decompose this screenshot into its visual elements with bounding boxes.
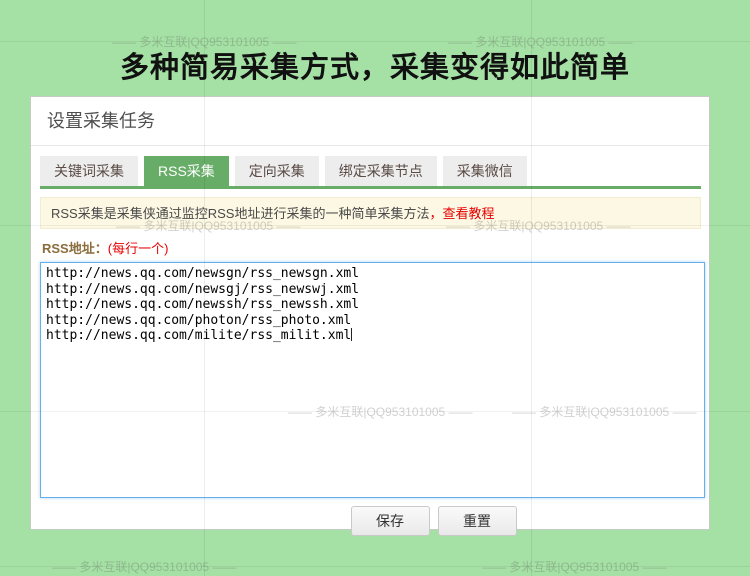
rss-url-textarea[interactable]: http://news.qq.com/newsgn/rss_newsgn.xml… — [40, 262, 705, 498]
rss-url-line: http://news.qq.com/photon/rss_photo.xml — [46, 312, 352, 328]
tab-directed-collect[interactable]: 定向采集 — [234, 156, 319, 186]
tab-keyword-collect[interactable]: 关键词采集 — [40, 156, 138, 186]
rss-url-line: http://news.qq.com/newsgn/rss_newsgn.xml — [46, 266, 360, 281]
grid-line-horizontal — [0, 41, 750, 42]
notice-separator: ， — [429, 206, 443, 221]
page-title: 多种简易采集方式，采集变得如此简单 — [119, 52, 630, 84]
rss-url-line: http://news.qq.com/milite/rss_milit.xml — [46, 328, 353, 343]
rss-url-line: http://news.qq.com/newsgj/rss_newswj.xml — [46, 281, 360, 297]
rss-address-label: RSS地址： — [42, 241, 108, 256]
grid-line-vertical — [204, 0, 205, 576]
collection-task-panel: 设置采集任务 关键词采集 RSS采集 定向采集 绑定采集节点 采集微信 RSS采… — [30, 96, 710, 536]
tab-wechat-collect[interactable]: 采集微信 — [442, 156, 527, 186]
notice-text: RSS采集是采集侠通过监控RSS地址进行采集的一种简单采集方法 — [51, 206, 430, 221]
save-button[interactable]: 保存 — [350, 506, 430, 536]
rss-url-line: http://news.qq.com/newssh/rss_newssh.xml — [46, 297, 360, 312]
text-cursor — [351, 328, 353, 341]
tab-bind-collect-node[interactable]: 绑定采集节点 — [324, 156, 437, 186]
form-buttons: 保存 重置 — [40, 506, 701, 536]
one-per-line-hint: (每行一个) — [107, 241, 169, 256]
grid-line-horizontal — [0, 566, 750, 567]
view-tutorial-link[interactable]: 查看教程 — [442, 206, 494, 221]
grid-line-horizontal — [0, 225, 750, 226]
collection-tabs: 关键词采集 RSS采集 定向采集 绑定采集节点 采集微信 — [40, 156, 701, 186]
panel-title: 设置采集任务 — [31, 97, 709, 146]
panel-body: 关键词采集 RSS采集 定向采集 绑定采集节点 采集微信 RSS采集是采集侠通过… — [31, 146, 709, 536]
grid-line-horizontal — [0, 411, 750, 412]
grid-line-vertical — [531, 0, 532, 576]
reset-button[interactable]: 重置 — [437, 506, 517, 536]
active-tab-underline — [40, 186, 701, 189]
rss-address-label-row: RSS地址：(每行一个) — [40, 239, 701, 259]
tab-rss-collect[interactable]: RSS采集 — [144, 156, 229, 186]
